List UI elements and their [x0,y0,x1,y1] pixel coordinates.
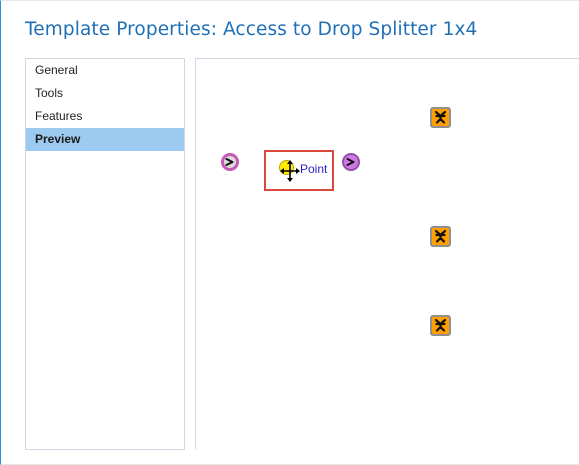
splice-closure-icon[interactable] [430,107,451,128]
dialog-title: Template Properties: Access to Drop Spli… [25,19,478,40]
move-cursor-icon [280,160,300,182]
point-label: Point [300,162,328,176]
nav-item-general[interactable]: General [26,59,184,82]
splice-closure-icon[interactable] [430,315,451,336]
selected-point[interactable]: Point [264,150,334,191]
connector-arrow-icon[interactable] [342,153,360,171]
nav-item-tools[interactable]: Tools [26,82,184,105]
properties-nav: General Tools Features Preview [25,58,185,450]
template-properties-dialog: Template Properties: Access to Drop Spli… [0,0,579,465]
nav-item-preview[interactable]: Preview [26,128,184,151]
preview-canvas[interactable]: Point [195,58,579,449]
splice-closure-icon[interactable] [430,226,451,247]
connector-arrow-icon[interactable] [221,153,239,171]
nav-item-features[interactable]: Features [26,105,184,128]
